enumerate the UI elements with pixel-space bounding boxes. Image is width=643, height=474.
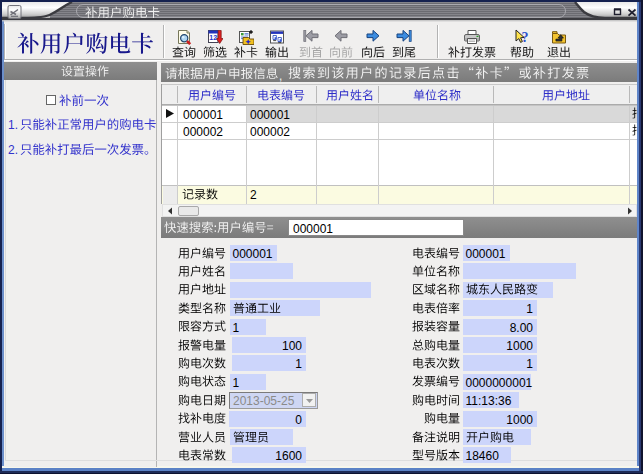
svg-text:12: 12 [209, 34, 217, 41]
